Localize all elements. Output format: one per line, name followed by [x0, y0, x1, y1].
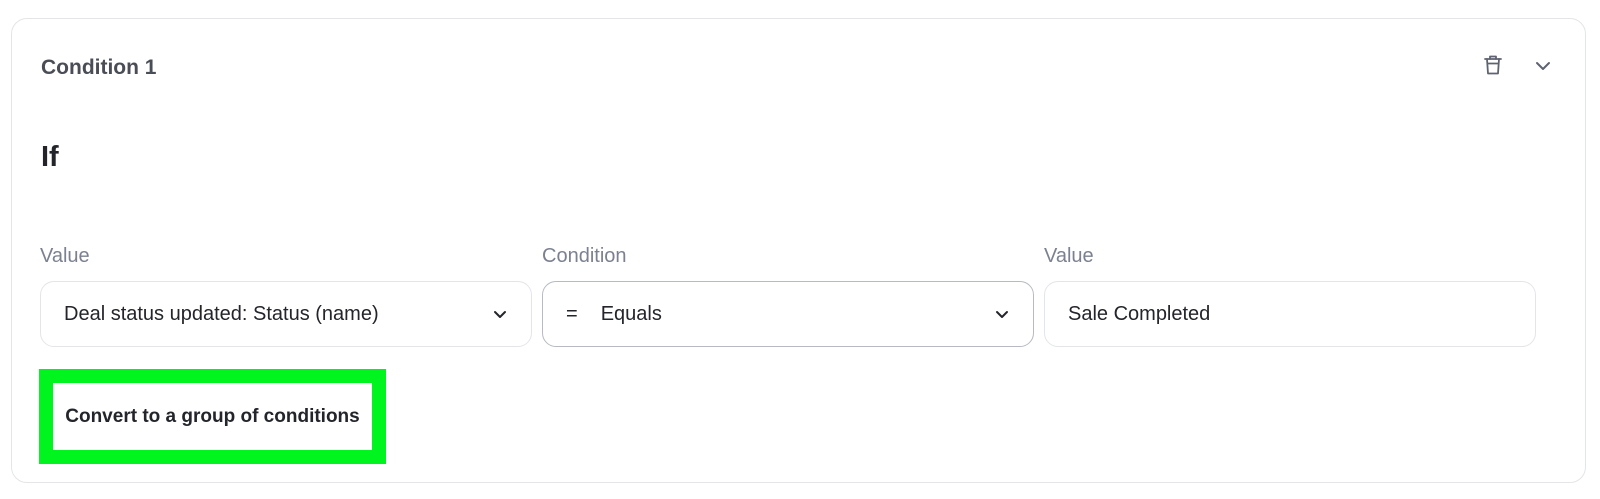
- condition-card: Condition 1 If Value Deal status updated…: [11, 18, 1586, 483]
- condition-title: Condition 1: [41, 56, 157, 79]
- left-value-label: Value: [40, 245, 90, 267]
- left-value-field: Value Deal status updated: Status (name): [40, 244, 532, 347]
- if-heading: If: [41, 141, 59, 173]
- right-value-text: Sale Completed: [1068, 302, 1211, 325]
- condition-header-actions: [1479, 53, 1557, 81]
- right-value-label: Value: [1044, 245, 1094, 267]
- left-value-select[interactable]: Deal status updated: Status (name): [40, 281, 532, 347]
- delete-condition-button[interactable]: [1479, 53, 1507, 81]
- collapse-condition-button[interactable]: [1529, 53, 1557, 81]
- chevron-down-icon: [491, 305, 509, 323]
- equals-symbol: =: [566, 302, 578, 325]
- trash-icon: [1483, 54, 1503, 81]
- convert-to-group-button[interactable]: Convert to a group of conditions: [65, 406, 359, 428]
- convert-highlight-frame: Convert to a group of conditions: [39, 369, 386, 464]
- chevron-down-icon: [993, 305, 1011, 323]
- operator-label: Condition: [542, 245, 627, 267]
- operator-field: Condition = Equals: [542, 244, 1034, 347]
- operator-text: Equals: [600, 302, 662, 325]
- right-value-input[interactable]: Sale Completed: [1044, 281, 1536, 347]
- chevron-down-icon: [1535, 58, 1551, 76]
- operator-select[interactable]: = Equals: [542, 281, 1034, 347]
- right-value-field: Value Sale Completed: [1044, 244, 1536, 347]
- left-value-text: Deal status updated: Status (name): [64, 302, 379, 325]
